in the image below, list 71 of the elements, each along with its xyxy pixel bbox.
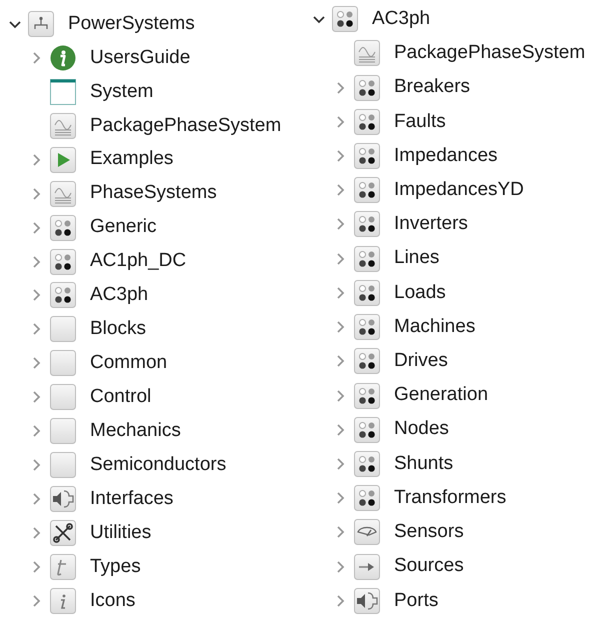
tree-item-label[interactable]: Drives xyxy=(394,347,448,376)
italic-t-icon xyxy=(50,554,76,580)
dots-icon xyxy=(354,280,380,306)
dots-icon xyxy=(354,211,380,238)
info-icon xyxy=(50,44,76,71)
tree-item-label[interactable]: PackagePhaseSystem xyxy=(394,39,586,68)
dots-icon xyxy=(354,246,380,272)
tree-item-label[interactable]: Common xyxy=(90,349,168,378)
hierarchy-icon xyxy=(28,10,54,37)
tree-item-label[interactable]: Shunts xyxy=(394,450,454,478)
tree-item-label[interactable]: Lines xyxy=(394,244,440,273)
tree-item-label[interactable]: AC1ph_DC xyxy=(90,247,186,276)
tools-icon xyxy=(50,520,76,546)
blank-icon xyxy=(50,452,76,478)
dots-icon xyxy=(354,382,380,409)
dots-icon xyxy=(354,485,380,512)
play-icon xyxy=(50,146,76,173)
blank-icon xyxy=(50,316,76,342)
dots-icon xyxy=(354,416,380,443)
tree-item-label[interactable]: UsersGuide xyxy=(90,44,190,72)
tree-item-label[interactable]: Transformers xyxy=(394,484,506,512)
tree-item-label[interactable]: Mechanics xyxy=(90,416,181,446)
dots-icon xyxy=(354,177,380,204)
tree-item-label[interactable]: Sensors xyxy=(394,518,464,547)
tree-item-label[interactable]: Interfaces xyxy=(90,484,174,514)
tree-item-label[interactable]: Faults xyxy=(394,108,446,136)
dots-icon xyxy=(354,348,380,374)
dots-icon xyxy=(354,74,380,101)
tree-item-label[interactable]: Icons xyxy=(90,586,136,616)
tree-item-label[interactable]: Control xyxy=(90,383,152,412)
tree-item-label[interactable]: PackagePhaseSystem xyxy=(90,112,282,140)
tree-item-label[interactable]: Semiconductors xyxy=(90,450,226,480)
dots-icon xyxy=(332,6,358,32)
tree-item-label[interactable]: Generation xyxy=(394,381,488,410)
tree-item-label[interactable]: Ports xyxy=(394,586,438,616)
dots-icon xyxy=(50,248,76,275)
italic-i-icon xyxy=(50,588,76,614)
blank-icon xyxy=(50,384,76,410)
tree-item-label[interactable]: Sources xyxy=(394,552,464,581)
tree-item-label[interactable]: Machines xyxy=(394,312,476,342)
dots-icon xyxy=(354,314,380,340)
tree-item-label[interactable]: System xyxy=(90,78,154,106)
tree-item-label[interactable]: Types xyxy=(90,552,141,582)
tree-item-label[interactable]: PhaseSystems xyxy=(90,179,217,208)
window-icon xyxy=(50,78,76,105)
tree-item-label[interactable]: PowerSystems xyxy=(68,10,195,38)
connector-icon xyxy=(50,486,76,512)
tree-item-label[interactable]: Inverters xyxy=(394,210,468,239)
dots-icon xyxy=(354,450,380,477)
tree-item-label[interactable]: Generic xyxy=(90,213,157,242)
wave-icon xyxy=(354,40,380,66)
blank-icon xyxy=(50,418,76,444)
connector-icon xyxy=(354,588,380,614)
dots-icon xyxy=(354,108,380,135)
dots-icon xyxy=(50,214,76,241)
tree-item-label[interactable]: AC3ph xyxy=(372,4,430,34)
tree-item-label[interactable]: Blocks xyxy=(90,315,146,344)
tree-item-label[interactable]: Utilities xyxy=(90,518,152,548)
tree-item-label[interactable]: Impedances xyxy=(394,142,498,170)
dots-icon xyxy=(354,142,380,169)
tree-item-label[interactable]: AC3ph xyxy=(90,281,148,310)
wave-icon xyxy=(50,112,76,139)
tree-item-label[interactable]: Loads xyxy=(394,278,446,308)
tree-item-label[interactable]: Examples xyxy=(90,145,174,174)
dots-icon xyxy=(50,282,76,308)
tree-item-label[interactable]: Breakers xyxy=(394,73,470,102)
gauge-icon xyxy=(354,519,380,546)
tree-item-label[interactable]: ImpedancesYD xyxy=(394,176,524,204)
tree-item-label[interactable]: Nodes xyxy=(394,415,449,444)
blank-icon xyxy=(50,350,76,376)
wave-icon xyxy=(50,180,76,207)
